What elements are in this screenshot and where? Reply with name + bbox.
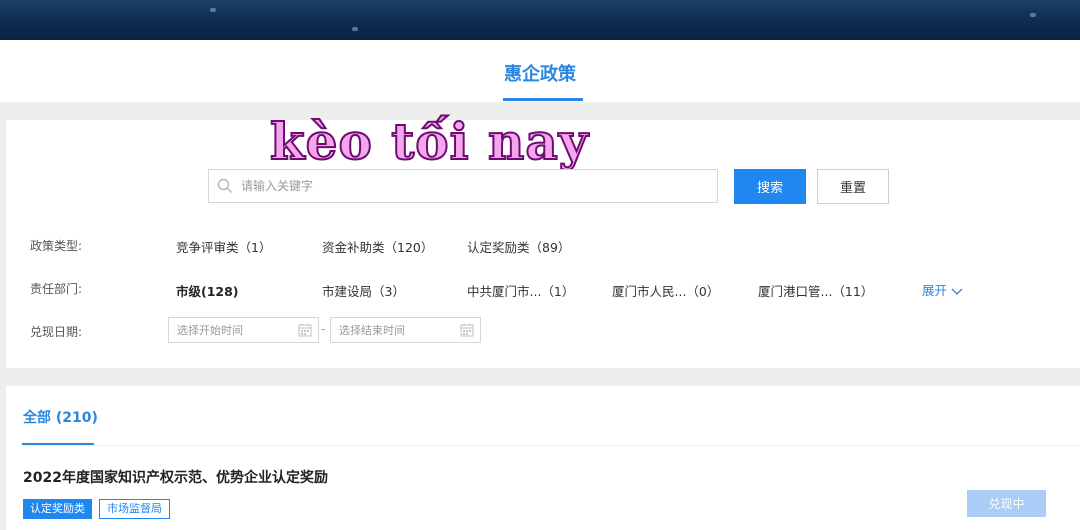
search-field[interactable] (208, 169, 718, 203)
calendar-icon (460, 323, 474, 337)
policy-type-tag: 认定奖励类 (23, 499, 92, 519)
department-label: 责任部门: (30, 282, 83, 296)
policy-type-label: 政策类型: (30, 239, 83, 253)
search-icon (217, 178, 232, 193)
calendar-icon (298, 323, 312, 337)
date-label: 兑现日期: (30, 325, 83, 339)
department-tag: 市场监督局 (99, 499, 170, 519)
expand-toggle[interactable]: 展开 (922, 280, 963, 299)
search-button[interactable]: 搜索 (734, 169, 806, 204)
end-date-input[interactable] (339, 318, 449, 342)
divider (22, 445, 1080, 446)
policy-type-option[interactable]: 竞争评审类（1） (176, 237, 271, 256)
tab-all[interactable]: 全部 (210) (23, 407, 98, 427)
department-option[interactable]: 厦门市人民...（0） (612, 281, 719, 300)
department-option[interactable]: 厦门港口管...（11） (758, 281, 873, 300)
department-option[interactable]: 中共厦门市...（1） (467, 281, 574, 300)
policy-item-title[interactable]: 2022年度国家知识产权示范、优势企业认定奖励 (23, 467, 328, 487)
banner-light-dot (352, 27, 358, 31)
watermark-overlay: kèo tối nay (269, 111, 589, 172)
chevron-down-icon (951, 288, 963, 295)
department-option-selected[interactable]: 市级(128) (176, 281, 239, 300)
end-date-picker[interactable] (330, 317, 481, 343)
reset-button[interactable]: 重置 (817, 169, 889, 204)
department-option[interactable]: 市建设局（3） (322, 281, 405, 300)
expand-label: 展开 (922, 283, 948, 298)
banner-light-dot (210, 8, 216, 12)
date-range-separator: - (321, 322, 326, 336)
policy-type-option[interactable]: 资金补助类（120） (322, 237, 433, 256)
banner-light-dot (1030, 13, 1036, 17)
active-tab-underline (503, 98, 583, 101)
top-banner-image (0, 0, 1080, 40)
status-button[interactable]: 兑现中 (967, 490, 1046, 517)
policy-type-option[interactable]: 认定奖励类（89） (467, 237, 570, 256)
tab-bar: 惠企政策 (0, 40, 1080, 102)
tab-policy[interactable]: 惠企政策 (0, 60, 1080, 86)
start-date-input[interactable] (177, 318, 287, 342)
start-date-picker[interactable] (168, 317, 319, 343)
search-input[interactable] (241, 170, 711, 202)
